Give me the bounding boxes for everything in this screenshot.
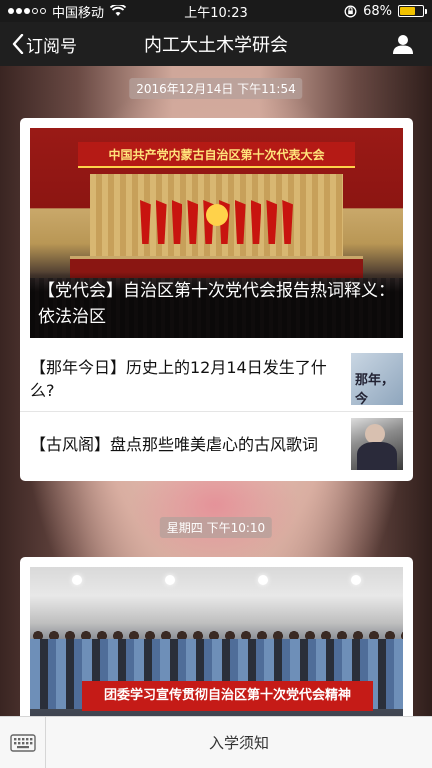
article-title: 【那年今日】历史上的12月14日发生了什么? (30, 357, 327, 400)
battery-percentage: 68% (363, 3, 392, 19)
back-button[interactable]: 订阅号 (0, 32, 110, 57)
back-button-label: 订阅号 (26, 36, 77, 57)
article-thumbnail: 那年，今 (351, 352, 403, 405)
party-emblem-icon (205, 204, 228, 226)
article-card: 中国共产党内蒙古自治区第十次代表大会 【党代会】自治区第十次党代会报告热词释义：… (20, 118, 413, 481)
status-left: 中国移动 (8, 2, 344, 21)
person-icon (393, 35, 413, 54)
ceiling-lights (30, 575, 403, 589)
cover-article[interactable]: 中国共产党内蒙古自治区第十次代表大会 【党代会】自治区第十次党代会报告热词释义：… (30, 128, 403, 338)
article-thumbnail (351, 418, 403, 470)
cover-article[interactable]: 团委学习宣传贯彻自治区第十次党代会精神 (30, 567, 403, 727)
keyboard-toggle-button[interactable] (0, 717, 46, 768)
cover-image-banner: 团委学习宣传贯彻自治区第十次党代会精神 (82, 681, 373, 711)
message-timestamp: 星期四 下午10:10 (159, 517, 273, 538)
profile-button[interactable] (322, 33, 432, 55)
keyboard-icon (9, 734, 36, 752)
status-right: 68% (344, 3, 427, 19)
battery-icon (398, 5, 427, 17)
article-item[interactable]: 【那年今日】历史上的12月14日发生了什么? 那年，今 (20, 346, 413, 411)
message-timestamp: 2016年12月14日 下午11:54 (129, 78, 303, 99)
page-title: 内工大土木学研会 (144, 35, 288, 56)
cover-image-banner: 中国共产党内蒙古自治区第十次代表大会 (78, 142, 355, 168)
navigation-bar: 订阅号 内工大土木学研会 (0, 22, 432, 66)
wifi-icon (110, 5, 127, 16)
article-item[interactable]: 【古风阁】盘点那些唯美虐心的古风歌词 (20, 411, 413, 476)
bottom-menu-bar: 入学须知 (0, 716, 432, 768)
signal-strength-icon (8, 8, 46, 14)
article-list: 【那年今日】历史上的12月14日发生了什么? 那年，今 【古风阁】盘点那些唯美虐… (20, 346, 413, 476)
article-title: 【古风阁】盘点那些唯美虐心的古风歌词 (30, 434, 319, 454)
orientation-lock-icon (344, 5, 357, 17)
thumbnail-text: 那年，今 (355, 372, 395, 405)
status-bar: 中国移动 上午10:23 68% (0, 0, 432, 22)
cover-article-title: 【党代会】自治区第十次党代会报告热词释义：依法治区 (30, 272, 403, 338)
chevron-left-icon (12, 34, 24, 54)
battery-level-fill (400, 7, 415, 15)
carrier-label: 中国移动 (52, 5, 105, 21)
menu-item-enrollment-guide[interactable]: 入学须知 (46, 717, 432, 768)
